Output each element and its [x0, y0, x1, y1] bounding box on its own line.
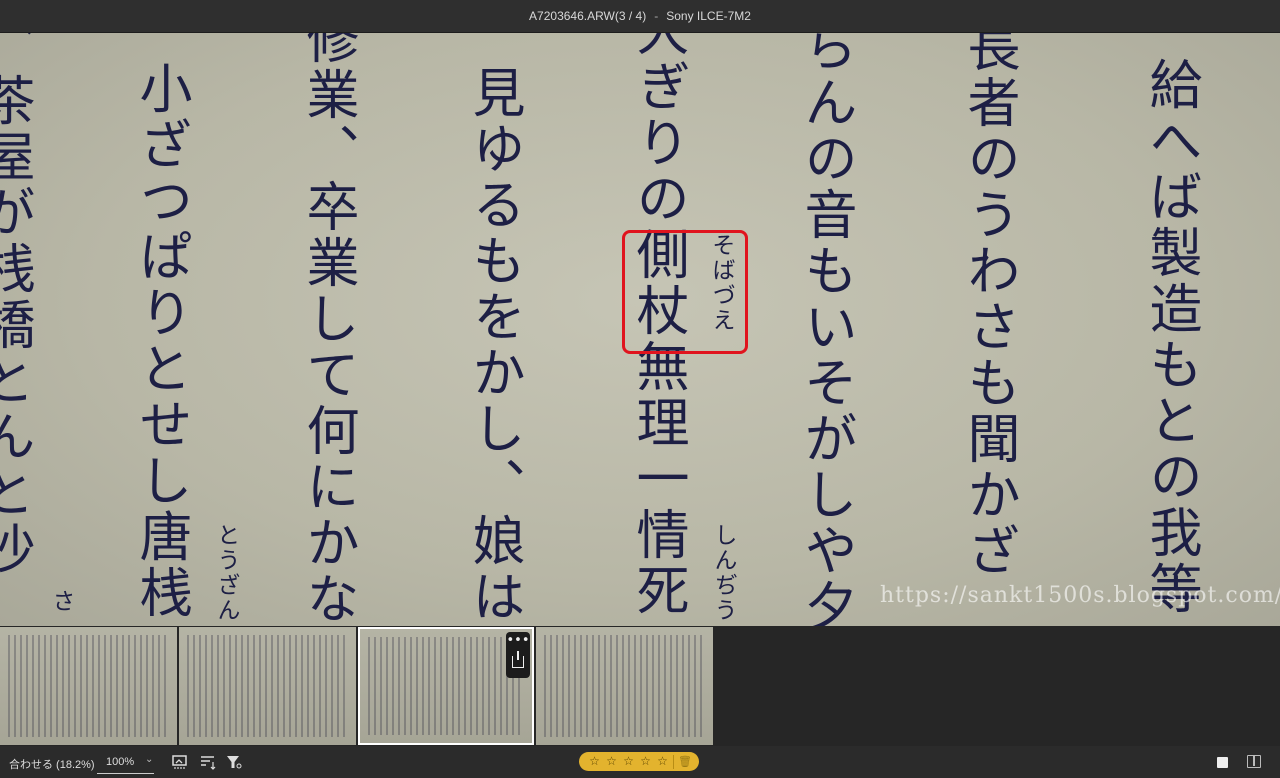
text-column-2: 長者のうわさも聞かざ — [959, 33, 1020, 579]
status-bar: 合わせる (18.2%) 100% ⌄ ☆ ☆ ☆ ☆ ☆ 🗑 — [0, 746, 1280, 778]
window-title-camera: Sony ILCE-7M2 — [666, 9, 751, 23]
rating-divider — [673, 754, 674, 769]
text-column-1: 給へば製造もとの我等 — [1141, 57, 1202, 617]
sort-icon[interactable] — [200, 754, 216, 770]
thumbnail-4[interactable] — [536, 627, 713, 745]
filmstrip — [0, 626, 1280, 746]
window-title-filename: A7203646.ARW(3 / 4) — [529, 9, 647, 23]
watermark: https://sankt1500s.blogspot.com/ — [880, 583, 1280, 608]
ruby-sa: さ — [48, 589, 74, 614]
star-3-icon[interactable]: ☆ — [620, 752, 637, 771]
thumbnail-2[interactable] — [179, 627, 356, 745]
star-1-icon[interactable]: ☆ — [586, 752, 603, 771]
compare-view-icon[interactable] — [1247, 755, 1261, 768]
text-column-7: 小ざつぱりとせし唐桟 — [131, 61, 192, 621]
thumbnail-actions: ••• — [506, 632, 530, 678]
ruby-touzan: とうざん — [213, 523, 239, 623]
text-column-5: 、見ゆるもをかし、娘は — [464, 33, 525, 625]
window-title-bar: A7203646.ARW(3 / 4) - Sony ILCE-7M2 — [0, 0, 1280, 33]
more-horizontal-icon[interactable]: ••• — [506, 634, 530, 647]
image-viewer[interactable]: 給へば製造もとの我等 長者のうわさも聞かざ らんの音もいそがしや夕 大ぎりの側杖… — [0, 33, 1280, 626]
chevron-down-icon: ⌄ — [145, 754, 154, 765]
text-column-3: らんの音もいそがしや夕 — [796, 33, 857, 626]
star-4-icon[interactable]: ☆ — [637, 752, 654, 771]
thumbnail-view-icon[interactable] — [172, 754, 188, 770]
window-title-separator: - — [654, 9, 659, 23]
text-column-6: 修業、卒業して何にかな — [298, 33, 359, 626]
zoom-value: 100% — [106, 756, 135, 768]
star-rating[interactable]: ☆ ☆ ☆ ☆ ☆ 🗑 — [579, 752, 699, 771]
export-icon[interactable] — [512, 651, 524, 668]
zoom-select[interactable]: 100% ⌄ — [97, 750, 154, 774]
thumbnail-1[interactable] — [0, 627, 177, 745]
star-2-icon[interactable]: ☆ — [603, 752, 620, 771]
highlight-box-sobazue — [622, 230, 748, 354]
star-5-icon[interactable]: ☆ — [654, 752, 671, 771]
trash-icon[interactable]: 🗑 — [678, 755, 692, 768]
ruby-shinjuu: しんぢう — [710, 523, 736, 623]
filter-icon[interactable] — [226, 754, 242, 770]
single-view-icon[interactable] — [1217, 757, 1228, 768]
fit-zoom-button[interactable]: 合わせる (18.2%) — [9, 756, 95, 772]
text-column-8: 、茶屋が桟橋とんと沙 — [0, 33, 35, 577]
